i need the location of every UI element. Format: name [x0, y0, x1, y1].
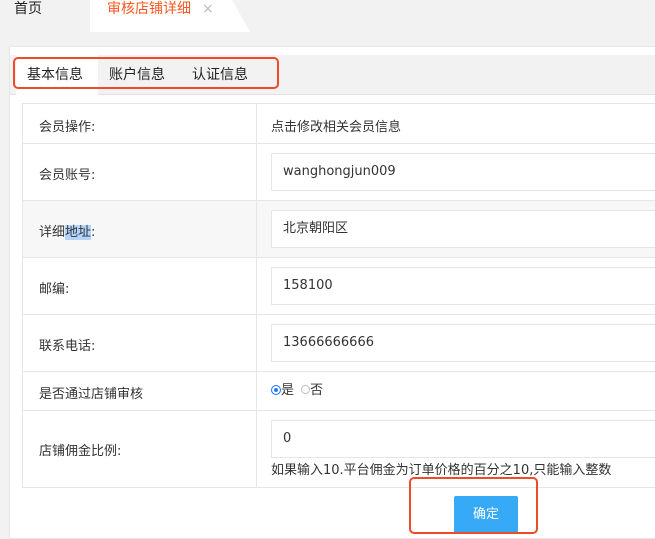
column-divider — [256, 144, 257, 200]
address-label-selected: 地址 — [65, 225, 92, 240]
zipcode-label: 邮编: — [39, 282, 70, 297]
top-tab-bar: 首页 审核店铺详细 × — [0, 0, 655, 32]
form-row-phone: 联系电话: 13666666666 — [23, 315, 655, 372]
confirm-button[interactable]: 确定 — [454, 496, 518, 534]
address-label-prefix: 详细 — [39, 225, 66, 240]
column-divider — [256, 201, 257, 257]
column-divider — [256, 104, 257, 143]
address-label: 详细地址: — [39, 221, 95, 240]
account-label: 会员账号: — [39, 168, 96, 183]
tab-basic-info[interactable]: 基本信息 — [16, 55, 98, 95]
tab-account-info[interactable]: 账户信息 — [109, 55, 179, 95]
form-row-commission: 店铺佣金比例: 0 如果输入10.平台佣金为订单价格的百分之10,只能输入整数 — [23, 411, 655, 488]
address-field[interactable]: 北京朝阳区 — [271, 210, 655, 248]
member-op-value: 点击修改相关会员信息 — [271, 120, 402, 135]
info-tabs: 基本信息 账户信息 认证信息 — [10, 55, 655, 95]
form-row-zipcode: 邮编: 158100 — [23, 258, 655, 315]
radio-no-label[interactable]: 否 — [310, 383, 323, 398]
member-op-label: 会员操作: — [39, 120, 96, 135]
close-icon[interactable]: × — [202, 2, 214, 16]
commission-label: 店铺佣金比例: — [39, 444, 122, 459]
radio-yes[interactable] — [271, 384, 281, 395]
column-divider — [256, 315, 257, 371]
column-divider — [256, 411, 257, 487]
member-form: 会员操作: 点击修改相关会员信息 会员账号: wanghongjun009 详细… — [22, 103, 655, 488]
form-row-member-op: 会员操作: 点击修改相关会员信息 — [23, 104, 655, 144]
form-row-approve: 是否通过店铺审核 是 否 — [23, 372, 655, 411]
radio-yes-label[interactable]: 是 — [281, 383, 294, 398]
column-divider — [256, 258, 257, 314]
tab-verify-info[interactable]: 认证信息 — [192, 55, 262, 95]
phone-label: 联系电话: — [39, 339, 96, 354]
tab-shop-review-detail[interactable]: 审核店铺详细 × — [90, 0, 250, 32]
commission-field[interactable]: 0 — [271, 420, 655, 458]
approve-label: 是否通过店铺审核 — [39, 387, 144, 402]
form-row-account: 会员账号: wanghongjun009 — [23, 144, 655, 201]
tab-home[interactable]: 首页 — [14, 0, 42, 20]
address-label-suffix: : — [91, 225, 96, 240]
commission-hint: 如果输入10.平台佣金为订单价格的百分之10,只能输入整数 — [271, 463, 612, 478]
content-panel: 基本信息 账户信息 认证信息 会员操作: 点击修改相关会员信息 会员账号: wa… — [9, 46, 655, 539]
approve-radio-group: 是 否 — [271, 372, 323, 410]
form-row-address: 详细地址: 北京朝阳区 — [23, 201, 655, 258]
account-field[interactable]: wanghongjun009 — [271, 153, 655, 191]
tab-shop-review-detail-label: 审核店铺详细 — [107, 1, 191, 17]
radio-no[interactable] — [301, 385, 311, 394]
zipcode-field[interactable]: 158100 — [271, 267, 655, 305]
column-divider — [256, 372, 257, 410]
phone-field[interactable]: 13666666666 — [271, 324, 655, 362]
